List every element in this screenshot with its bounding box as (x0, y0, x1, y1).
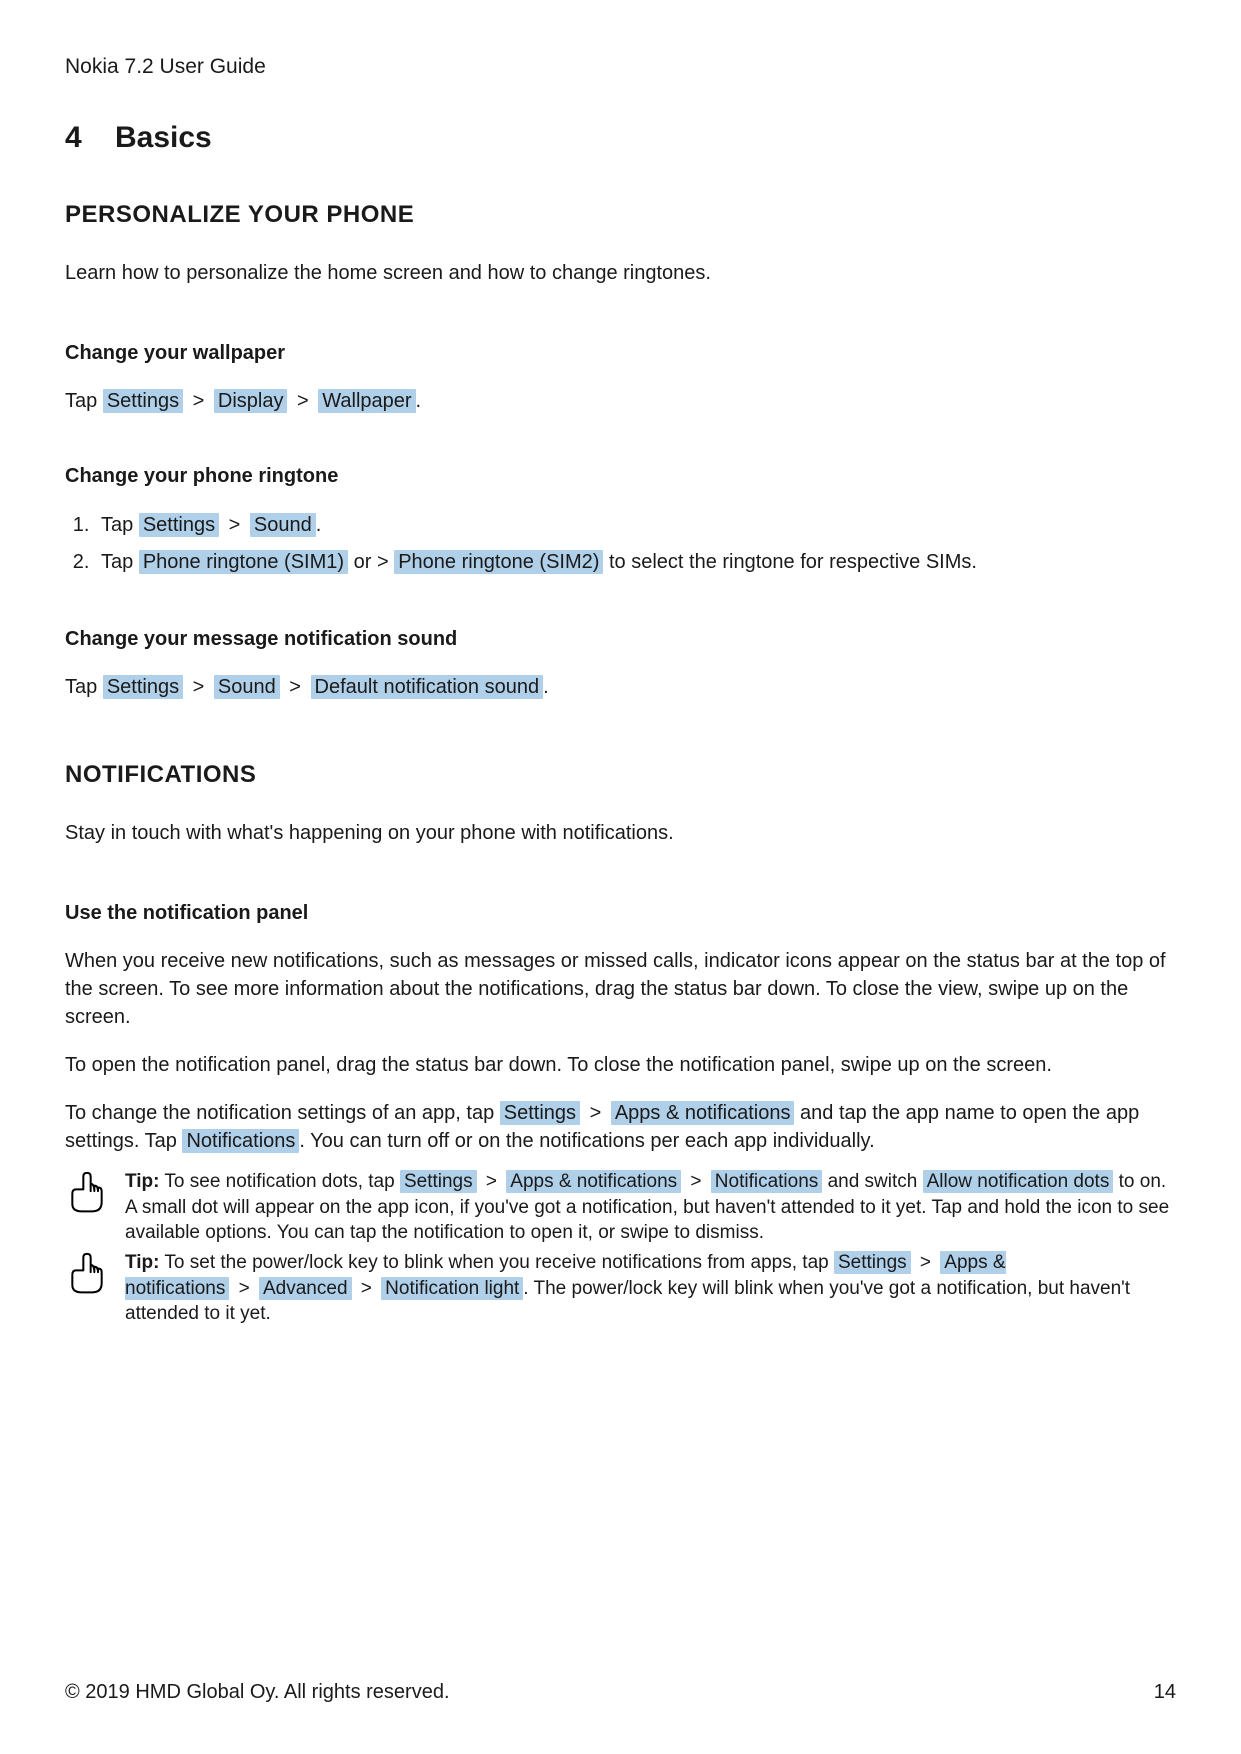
tip-label: Tip: (125, 1252, 159, 1273)
ui-label: Sound (214, 675, 280, 699)
text: . You can turn off or on the notificatio… (299, 1130, 874, 1152)
ui-label: Apps & notifications (611, 1101, 795, 1125)
text: . (543, 676, 549, 698)
copyright: © 2019 HMD Global Oy. All rights reserve… (65, 1681, 450, 1704)
list-item: Tap Phone ringtone (SIM1) or > Phone rin… (95, 547, 1176, 578)
separator: > (915, 1252, 937, 1273)
document-page: Nokia 7.2 User Guide 4Basics PERSONALIZE… (0, 0, 1241, 1754)
ui-label: Notification light (381, 1277, 523, 1300)
tip-block: Tip: To see notification dots, tap Setti… (65, 1169, 1176, 1246)
ui-label: Phone ringtone (SIM2) (394, 550, 603, 574)
ui-label: Settings (103, 675, 183, 699)
ui-label: Wallpaper (318, 389, 415, 413)
section-heading-personalize: PERSONALIZE YOUR PHONE (65, 201, 1176, 229)
text: To see notification dots, tap (159, 1171, 399, 1192)
paragraph: To change the notification settings of a… (65, 1099, 1176, 1155)
subheading-notification-panel: Use the notification panel (65, 902, 1176, 925)
section-heading-notifications: NOTIFICATIONS (65, 761, 1176, 789)
tip-block: Tip: To set the power/lock key to blink … (65, 1250, 1176, 1327)
section-intro-notifications: Stay in touch with what's happening on y… (65, 819, 1176, 847)
text: or > (348, 551, 394, 573)
text: Tap (101, 551, 139, 573)
ui-label: Default notification sound (311, 675, 544, 699)
separator: > (291, 390, 314, 412)
ui-label: Settings (400, 1170, 477, 1193)
section-intro-personalize: Learn how to personalize the home screen… (65, 259, 1176, 287)
ui-label: Settings (139, 513, 219, 537)
text: Tap (65, 390, 103, 412)
chapter-heading: 4Basics (65, 121, 1176, 155)
ui-label: Notifications (182, 1129, 299, 1153)
ui-label: Apps & notifications (506, 1170, 681, 1193)
text: To set the power/lock key to blink when … (159, 1252, 834, 1273)
ringtone-steps: Tap Settings > Sound. Tap Phone ringtone… (65, 510, 1176, 578)
pointing-hand-icon (65, 1250, 109, 1301)
text: Tap (101, 514, 139, 536)
ui-label: Phone ringtone (SIM1) (139, 550, 348, 574)
document-title: Nokia 7.2 User Guide (65, 55, 1176, 79)
ui-label: Sound (250, 513, 316, 537)
separator: > (187, 676, 210, 698)
chapter-number: 4 (65, 121, 115, 155)
subheading-wallpaper: Change your wallpaper (65, 342, 1176, 365)
ui-label: Allow notification dots (923, 1170, 1114, 1193)
text: To change the notification settings of a… (65, 1102, 500, 1124)
text: . (416, 390, 422, 412)
tip-text: Tip: To see notification dots, tap Setti… (125, 1169, 1176, 1246)
separator: > (356, 1278, 378, 1299)
chapter-title: Basics (115, 121, 212, 154)
ui-label: Settings (500, 1101, 580, 1125)
separator: > (187, 390, 210, 412)
text: and switch (822, 1171, 922, 1192)
tip-text: Tip: To set the power/lock key to blink … (125, 1250, 1176, 1327)
page-footer: © 2019 HMD Global Oy. All rights reserve… (65, 1681, 1176, 1704)
wallpaper-instruction: Tap Settings > Display > Wallpaper. (65, 387, 1176, 415)
paragraph: When you receive new notifications, such… (65, 947, 1176, 1031)
paragraph: To open the notification panel, drag the… (65, 1051, 1176, 1079)
subheading-ringtone: Change your phone ringtone (65, 465, 1176, 488)
page-number: 14 (1154, 1681, 1176, 1704)
ui-label: Advanced (259, 1277, 352, 1300)
separator: > (233, 1278, 255, 1299)
separator: > (284, 676, 307, 698)
message-sound-instruction: Tap Settings > Sound > Default notificat… (65, 673, 1176, 701)
text: . (316, 514, 322, 536)
ui-label: Settings (834, 1251, 911, 1274)
subheading-message-sound: Change your message notification sound (65, 628, 1176, 651)
separator: > (685, 1171, 707, 1192)
text: Tap (65, 676, 103, 698)
ui-label: Settings (103, 389, 183, 413)
separator: > (584, 1102, 607, 1124)
pointing-hand-icon (65, 1169, 109, 1220)
tip-label: Tip: (125, 1171, 159, 1192)
ui-label: Display (214, 389, 288, 413)
separator: > (223, 514, 246, 536)
text: to select the ringtone for respective SI… (603, 551, 977, 573)
separator: > (481, 1171, 503, 1192)
ui-label: Notifications (711, 1170, 823, 1193)
list-item: Tap Settings > Sound. (95, 510, 1176, 541)
